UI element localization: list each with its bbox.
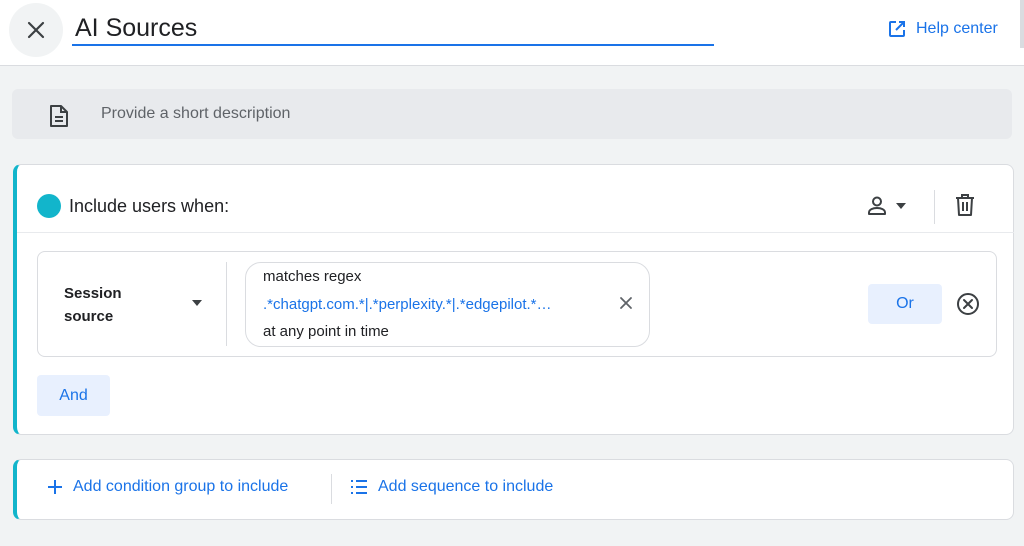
- close-icon: [27, 21, 45, 39]
- cancel-circle-icon: [957, 293, 979, 315]
- add-sequence-label: Add sequence to include: [378, 478, 554, 495]
- header-divider: [934, 190, 935, 224]
- document-icon: [50, 105, 68, 127]
- dimension-selector[interactable]: Session source: [64, 282, 154, 328]
- person-icon: [868, 196, 886, 215]
- scope-selector-button[interactable]: [865, 194, 907, 218]
- add-condition-group-label: Add condition group to include: [73, 478, 289, 495]
- help-center-label: Help center: [916, 20, 998, 37]
- description-field[interactable]: Provide a short description: [12, 89, 1012, 139]
- segment-title-input[interactable]: [72, 12, 714, 46]
- scrollbar[interactable]: [1020, 0, 1024, 48]
- caret-down-icon[interactable]: [192, 300, 202, 306]
- condition-value: .*chatgpt.com.*|.*perplexity.*|.*edgepil…: [263, 296, 552, 313]
- help-center-link[interactable]: Help center: [887, 19, 998, 39]
- trash-icon: [956, 194, 974, 216]
- add-condition-group-button[interactable]: Add condition group to include: [47, 478, 288, 496]
- condition-row: Session source matches regex .*chatgpt.c…: [37, 251, 997, 357]
- dimension-label-line1: Session: [64, 285, 122, 302]
- include-users-label: Include users when:: [69, 196, 230, 216]
- add-actions-divider: [331, 474, 332, 504]
- caret-down-icon: [896, 203, 906, 209]
- group-indicator-dot: [37, 194, 61, 218]
- condition-operator: matches regex: [263, 268, 362, 285]
- or-button[interactable]: Or: [868, 284, 942, 324]
- plus-icon: [48, 480, 62, 494]
- and-button[interactable]: And: [37, 375, 110, 416]
- condition-divider: [226, 262, 227, 346]
- include-condition-group: Include users when: Session source match…: [13, 164, 1014, 435]
- section-divider: [17, 232, 1014, 233]
- clear-icon[interactable]: [619, 296, 633, 310]
- condition-chip[interactable]: matches regex .*chatgpt.com.*|.*perplexi…: [245, 262, 650, 347]
- delete-group-button[interactable]: [954, 193, 976, 222]
- condition-scope: at any point in time: [263, 323, 389, 340]
- top-bar: Help center: [0, 0, 1024, 66]
- remove-condition-button[interactable]: [956, 292, 980, 321]
- dimension-label-line2: source: [64, 308, 114, 325]
- close-button[interactable]: [9, 3, 63, 57]
- description-placeholder: Provide a short description: [101, 105, 291, 122]
- sequence-list-icon: [351, 480, 367, 494]
- open-in-new-icon: [889, 21, 905, 37]
- add-actions-bar: Add condition group to include Add seque…: [13, 459, 1014, 520]
- add-sequence-button[interactable]: Add sequence to include: [350, 478, 553, 496]
